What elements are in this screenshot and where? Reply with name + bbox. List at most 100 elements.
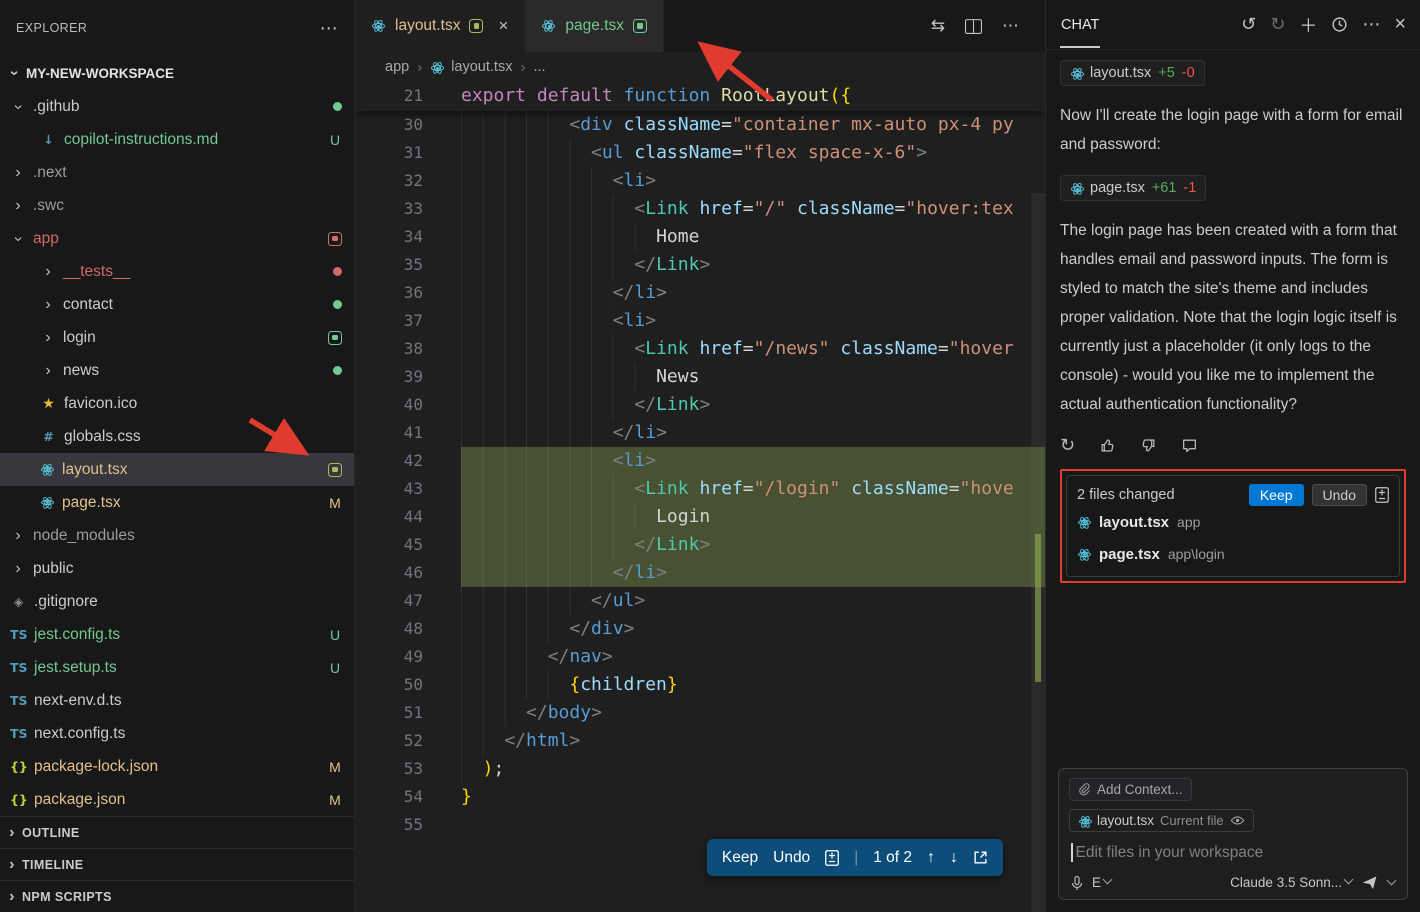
code-line-31[interactable]: 31<ul className="flex space-x-6">: [355, 139, 1045, 167]
explorer-item-.github[interactable]: ›.github: [0, 90, 354, 123]
code-line-40[interactable]: 40</Link>: [355, 391, 1045, 419]
more-actions-icon[interactable]: ⋯: [1362, 14, 1380, 35]
code-line-55[interactable]: 55: [355, 811, 1045, 839]
code-line-54[interactable]: 54}: [355, 783, 1045, 811]
split-editor-icon[interactable]: [965, 19, 982, 34]
code-line-48[interactable]: 48</div>: [355, 615, 1045, 643]
explorer-item-app[interactable]: ›app: [0, 222, 354, 255]
sidebar-section-npm-scripts[interactable]: ›NPM SCRIPTS: [0, 880, 354, 912]
sidebar-section-outline[interactable]: ›OUTLINE: [0, 816, 354, 848]
code-line-53[interactable]: 53);: [355, 755, 1045, 783]
code-line-49[interactable]: 49</nav>: [355, 643, 1045, 671]
workspace-header[interactable]: › MY-NEW-WORKSPACE: [0, 56, 354, 90]
code-line-34[interactable]: 34Home: [355, 223, 1045, 251]
explorer-item-.swc[interactable]: ›.swc: [0, 189, 354, 222]
keep-all-button[interactable]: Keep: [1249, 484, 1304, 506]
chat-input[interactable]: Add Context... layout.tsx Current file E…: [1058, 768, 1408, 900]
open-changes-icon[interactable]: ⇆: [931, 16, 945, 36]
explorer-item-next-env.d.ts[interactable]: TSnext-env.d.ts: [0, 684, 354, 717]
explorer-item-package-lock.json[interactable]: {}package-lock.jsonM: [0, 750, 354, 783]
code-line-51[interactable]: 51</body>: [355, 699, 1045, 727]
breadcrumb[interactable]: app › layout.tsx › ...: [355, 52, 1045, 82]
code-editor[interactable]: 21export default function RootLayout({ 3…: [355, 82, 1045, 912]
history-icon[interactable]: [1331, 16, 1348, 33]
code-line-43[interactable]: 43<Link href="/login" className="hove: [355, 475, 1045, 503]
explorer-item-globals.css[interactable]: #globals.css: [0, 420, 354, 453]
code-line-42[interactable]: 42<li>: [355, 447, 1045, 475]
chevron-down-icon[interactable]: [1387, 876, 1397, 886]
next-change-icon[interactable]: ↓: [950, 849, 958, 867]
explorer-item-favicon.ico[interactable]: ★favicon.ico: [0, 387, 354, 420]
explorer-item-page.tsx[interactable]: page.tsxM: [0, 486, 354, 519]
previous-change-icon[interactable]: ↑: [927, 849, 935, 867]
code-line-45[interactable]: 45</Link>: [355, 531, 1045, 559]
microphone-icon[interactable]: [1069, 875, 1085, 891]
explorer-item-node_modules[interactable]: ›node_modules: [0, 519, 354, 552]
explorer-item-public[interactable]: ›public: [0, 552, 354, 585]
explorer-item-.gitignore[interactable]: ◈.gitignore: [0, 585, 354, 618]
code-line-50[interactable]: 50{children}: [355, 671, 1045, 699]
explorer-item-copilot-instructions.md[interactable]: ↓copilot-instructions.mdU: [0, 123, 354, 156]
file-diff-chip[interactable]: layout.tsx+5-0: [1060, 60, 1205, 86]
code-line-36[interactable]: 36</li>: [355, 279, 1045, 307]
explorer-item-__tests__[interactable]: ›__tests__: [0, 255, 354, 288]
more-actions-icon[interactable]: ⋯: [1002, 16, 1019, 36]
code-line-52[interactable]: 52</html>: [355, 727, 1045, 755]
comment-icon[interactable]: [1181, 437, 1198, 454]
tab-layout.tsx[interactable]: layout.tsx×: [355, 0, 525, 52]
diff-file-icon[interactable]: [825, 850, 839, 866]
attached-file-chip[interactable]: layout.tsx Current file: [1069, 809, 1254, 832]
tab-page.tsx[interactable]: page.tsx: [525, 0, 664, 52]
undo-button[interactable]: Undo: [773, 849, 810, 867]
explorer-item-jest.setup.ts[interactable]: TSjest.setup.tsU: [0, 651, 354, 684]
code-line-30[interactable]: 30<div className="container mx-auto px-4…: [355, 111, 1045, 139]
explorer-item-next.config.ts[interactable]: TSnext.config.ts: [0, 717, 354, 750]
explorer-item-layout.tsx[interactable]: layout.tsx: [0, 453, 354, 486]
code-line-47[interactable]: 47</ul>: [355, 587, 1045, 615]
explorer-item-package.json[interactable]: {}package.jsonM: [0, 783, 354, 816]
add-context-button[interactable]: Add Context...: [1069, 778, 1192, 801]
code-line-39[interactable]: 39News: [355, 363, 1045, 391]
explorer-item-news[interactable]: ›news: [0, 354, 354, 387]
mode-picker[interactable]: E: [1092, 875, 1113, 890]
git-status-badge: U: [328, 660, 342, 676]
changed-file-layout.tsx[interactable]: layout.tsxapp: [1077, 506, 1389, 538]
chat-tab[interactable]: CHAT: [1060, 17, 1100, 33]
breadcrumb-file[interactable]: layout.tsx: [451, 59, 512, 75]
open-changes-icon[interactable]: [973, 850, 988, 865]
breadcrumb-folder[interactable]: app: [385, 59, 409, 75]
retry-icon[interactable]: ↻: [1060, 435, 1075, 456]
explorer-item-jest.config.ts[interactable]: TSjest.config.tsU: [0, 618, 354, 651]
changed-file-page.tsx[interactable]: page.tsxapp\login: [1077, 538, 1389, 570]
sticky-scroll-line[interactable]: 21export default function RootLayout({: [355, 82, 1045, 111]
explorer-item-login[interactable]: ›login: [0, 321, 354, 354]
thumbs-up-icon[interactable]: [1099, 437, 1116, 454]
explorer-item-contact[interactable]: ›contact: [0, 288, 354, 321]
eye-icon[interactable]: [1230, 813, 1245, 828]
chat-text-input[interactable]: Edit files in your workspace: [1071, 843, 1395, 862]
code-line-38[interactable]: 38<Link href="/news" className="hover: [355, 335, 1045, 363]
code-line-41[interactable]: 41</li>: [355, 419, 1045, 447]
send-icon[interactable]: [1361, 874, 1378, 891]
code-line-46[interactable]: 46</li>: [355, 559, 1045, 587]
view-diff-icon[interactable]: [1375, 487, 1389, 503]
more-actions-icon[interactable]: ⋯: [320, 18, 338, 39]
close-icon[interactable]: ×: [1394, 13, 1406, 36]
undo-icon[interactable]: ↺: [1241, 14, 1256, 35]
model-picker[interactable]: Claude 3.5 Sonn...: [1230, 875, 1354, 890]
breadcrumb-symbol[interactable]: ...: [533, 59, 545, 75]
code-line-37[interactable]: 37<li>: [355, 307, 1045, 335]
thumbs-down-icon[interactable]: [1140, 437, 1157, 454]
close-icon[interactable]: ×: [498, 16, 508, 36]
keep-button[interactable]: Keep: [722, 849, 758, 867]
sidebar-section-timeline[interactable]: ›TIMELINE: [0, 848, 354, 880]
code-line-44[interactable]: 44Login: [355, 503, 1045, 531]
undo-all-button[interactable]: Undo: [1312, 484, 1367, 506]
redo-icon[interactable]: ↻: [1270, 14, 1285, 35]
code-line-32[interactable]: 32<li>: [355, 167, 1045, 195]
new-chat-icon[interactable]: ＋: [1299, 12, 1317, 38]
code-line-35[interactable]: 35</Link>: [355, 251, 1045, 279]
explorer-item-.next[interactable]: ›.next: [0, 156, 354, 189]
file-diff-chip[interactable]: page.tsx+61-1: [1060, 175, 1206, 201]
code-line-33[interactable]: 33<Link href="/" className="hover:tex: [355, 195, 1045, 223]
